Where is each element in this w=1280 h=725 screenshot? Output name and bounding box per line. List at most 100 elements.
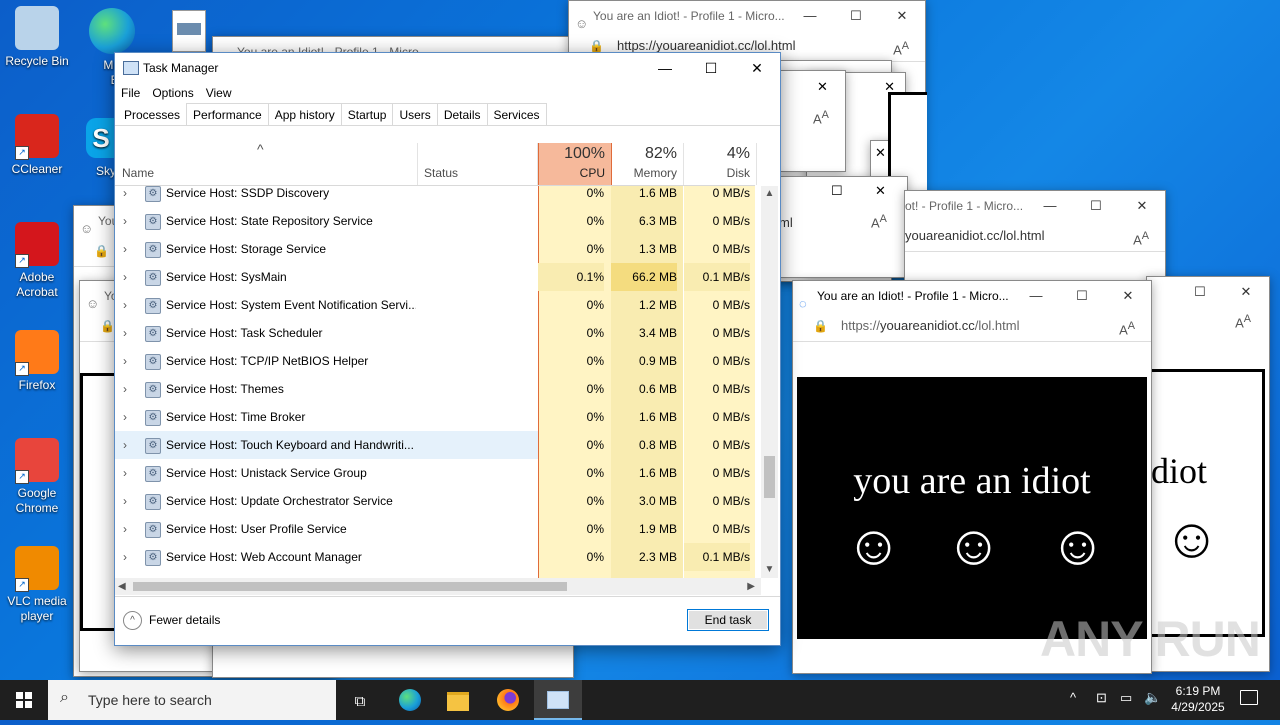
process-row[interactable]: › ⚙ Service Host: SSDP Discovery 0% 1.6 MB 0 …	[115, 186, 755, 207]
address-bar[interactable]: youareanidiot.cc/lol.html AA	[905, 221, 1165, 252]
tab-processes[interactable]: Processes	[117, 103, 188, 125]
expand-chevron-icon[interactable]: ›	[123, 186, 127, 207]
close-icon[interactable]: ✕	[734, 53, 780, 83]
scroll-down-arrow-icon[interactable]: ▼	[761, 562, 778, 578]
desktop-icon-adobe-acrobat[interactable]: ↗ Adobe Acrobat	[4, 222, 70, 300]
scroll-thumb-horizontal[interactable]	[133, 582, 567, 591]
ethernet-icon[interactable]: ▭	[1120, 690, 1132, 706]
scroll-thumb[interactable]	[764, 456, 775, 498]
volume-icon[interactable]: 🔈	[1144, 689, 1161, 706]
process-row[interactable]: › ⚙ Service Host: State Repository Service…	[115, 207, 755, 235]
task-manager-window[interactable]: Task Manager — ☐ ✕ File Options View Pro…	[114, 52, 781, 646]
maximize-icon[interactable]: ☐	[1073, 191, 1119, 221]
expand-chevron-icon[interactable]: ›	[123, 207, 127, 235]
process-row[interactable]: › ⚙ Service Host: Unistack Service Group 0%…	[115, 459, 755, 487]
network-icon[interactable]: ⊡	[1096, 690, 1107, 706]
browser-window-cascade-3[interactable]: ✕ AA	[780, 70, 846, 172]
maximize-icon[interactable]: ☐	[833, 1, 879, 31]
expand-chevron-icon[interactable]: ›	[123, 375, 127, 403]
column-name[interactable]: ^ Name	[115, 141, 418, 185]
desktop-icon-chrome[interactable]: ↗ Google Chrome	[4, 438, 70, 516]
chevron-up-circle-icon[interactable]: ^	[123, 611, 142, 630]
menu-options[interactable]: Options	[152, 83, 193, 103]
document-desktop-icon[interactable]	[172, 10, 206, 52]
process-row[interactable]: › ⚙ Service Host: Update Orchestrator Serv…	[115, 487, 755, 515]
desktop-icon-recycle-bin[interactable]: Recycle Bin	[4, 6, 70, 69]
process-row[interactable]: › ⚙ Service Host: Time Broker 0% 1.6 MB 0 MB/…	[115, 403, 755, 431]
read-aloud-icon[interactable]: AA	[1235, 313, 1251, 330]
maximize-icon[interactable]: ☐	[688, 53, 734, 83]
maximize-icon[interactable]: ☐	[831, 183, 843, 199]
browser-titlebar[interactable]: ◌ You are an Idiot! - Profile 1 - Micro..…	[793, 281, 1151, 311]
process-row[interactable]: › ⚙ Service Host: SysMain 0.1% 66.2 MB 0.1 MB…	[115, 263, 755, 291]
tab-performance[interactable]: Performance	[186, 103, 269, 125]
scroll-left-arrow-icon[interactable]: ◀	[118, 578, 126, 595]
menu-view[interactable]: View	[206, 83, 232, 103]
browser-window-middle[interactable]: ☐ ✕ ml AA	[776, 176, 908, 278]
maximize-icon[interactable]: ☐	[1059, 281, 1105, 311]
close-icon[interactable]: ✕	[1223, 277, 1269, 307]
process-row[interactable]: › ⚙ Service Host: TCP/IP NetBIOS Helper 0% 0…	[115, 347, 755, 375]
show-hidden-icons[interactable]: ^	[1070, 690, 1076, 705]
process-row[interactable]: › ⚙ Service Host: System Event Notificatio…	[115, 291, 755, 319]
read-aloud-icon[interactable]: AA	[1133, 221, 1149, 255]
read-aloud-icon[interactable]: AA	[893, 31, 909, 65]
column-cpu[interactable]: 100% CPU	[538, 143, 612, 185]
tab-services[interactable]: Services	[486, 103, 547, 125]
tab-startup[interactable]: Startup	[340, 103, 394, 125]
read-aloud-icon[interactable]: AA	[871, 213, 887, 230]
expand-chevron-icon[interactable]: ›	[123, 263, 127, 291]
minimize-icon[interactable]: —	[642, 53, 688, 83]
expand-chevron-icon[interactable]: ›	[123, 543, 127, 571]
read-aloud-icon[interactable]: AA	[1119, 311, 1135, 345]
minimize-icon[interactable]: —	[1027, 191, 1073, 221]
column-status[interactable]: Status	[417, 143, 538, 185]
address-bar[interactable]: 🔒 https://youareanidiot.cc/lol.html AA	[793, 311, 1151, 342]
expand-chevron-icon[interactable]: ›	[123, 403, 127, 431]
scroll-up-arrow-icon[interactable]: ▲	[761, 186, 778, 202]
maximize-icon[interactable]: ☐	[1177, 277, 1223, 307]
clock[interactable]: 6:19 PM 4/29/2025	[1162, 683, 1234, 715]
fewer-details-link[interactable]: Fewer details	[149, 613, 220, 627]
close-icon[interactable]: ✕	[1119, 191, 1165, 221]
tab-details[interactable]: Details	[436, 103, 488, 125]
expand-chevron-icon[interactable]: ›	[123, 515, 127, 543]
end-task-button[interactable]: End task	[687, 609, 769, 631]
minimize-icon[interactable]: —	[1013, 281, 1059, 311]
read-aloud-icon[interactable]: AA	[813, 109, 829, 126]
taskbar-search-box[interactable]: ⌕ Type here to search	[48, 680, 336, 720]
expand-chevron-icon[interactable]: ›	[123, 235, 127, 263]
expand-chevron-icon[interactable]: ›	[123, 487, 127, 515]
task-manager-titlebar[interactable]: Task Manager — ☐ ✕	[115, 53, 780, 83]
taskbar-task-manager[interactable]	[534, 680, 582, 720]
close-icon[interactable]: ✕	[879, 1, 925, 31]
process-row[interactable]: › ⚙ Service Host: User Profile Service 0% 1.…	[115, 515, 755, 543]
menu-file[interactable]: File	[121, 83, 140, 103]
desktop-icon-ccleaner[interactable]: ↗ CCleaner	[4, 114, 70, 177]
expand-chevron-icon[interactable]: ›	[123, 291, 127, 319]
tab-users[interactable]: Users	[392, 103, 438, 125]
expand-chevron-icon[interactable]: ›	[123, 347, 127, 375]
column-disk[interactable]: 4% Disk	[684, 143, 757, 185]
desktop-icon-firefox[interactable]: ↗ Firefox	[4, 330, 70, 393]
expand-chevron-icon[interactable]: ›	[123, 431, 127, 459]
browser-titlebar[interactable]: ☺ You are an Idiot! - Profile 1 - Micro..…	[569, 1, 925, 31]
desktop-icon-vlc[interactable]: ↗ VLC media player	[4, 546, 70, 624]
close-icon[interactable]: ✕	[875, 183, 886, 199]
tab-app-history[interactable]: App history	[267, 103, 342, 125]
expand-chevron-icon[interactable]: ›	[123, 319, 127, 347]
scroll-right-arrow-icon[interactable]: ▶	[747, 578, 755, 595]
close-icon[interactable]: ✕	[1105, 281, 1151, 311]
process-row[interactable]: › ⚙ Service Host: Web Account Manager 0% 2.3…	[115, 543, 755, 571]
close-icon[interactable]: ✕	[817, 79, 828, 95]
horizontal-scrollbar[interactable]: ◀ ▶	[115, 578, 761, 595]
taskbar-file-explorer[interactable]	[434, 680, 482, 720]
taskbar-firefox[interactable]	[484, 680, 532, 720]
vertical-scrollbar[interactable]: ▲ ▼	[761, 186, 778, 578]
column-memory[interactable]: 82% Memory	[611, 143, 684, 185]
expand-chevron-icon[interactable]: ›	[123, 459, 127, 487]
process-row[interactable]: › ⚙ Service Host: Task Scheduler 0% 3.4 MB 0 …	[115, 319, 755, 347]
taskbar-edge[interactable]	[386, 680, 434, 720]
process-row[interactable]: › ⚙ Service Host: Storage Service 0% 1.3 MB 0…	[115, 235, 755, 263]
browser-window-right[interactable]: ot! - Profile 1 - Micro... — ☐ ✕ youareani…	[904, 190, 1166, 282]
